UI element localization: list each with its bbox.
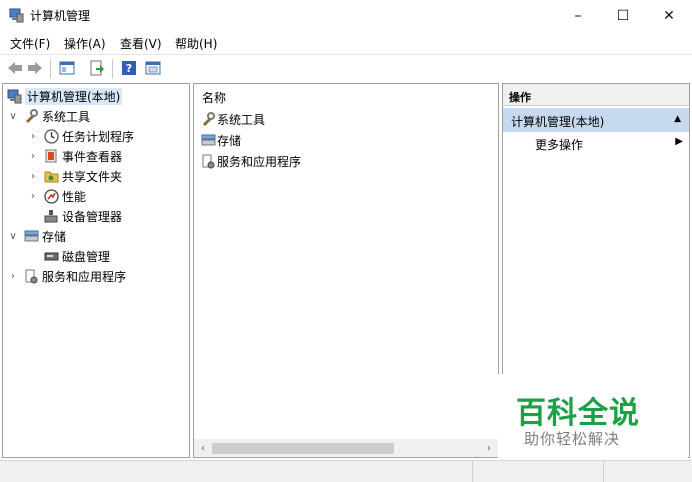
status-divider (603, 461, 604, 482)
device-manager-icon (43, 208, 59, 224)
clock-icon (43, 128, 59, 144)
scroll-thumb[interactable] (212, 443, 394, 454)
collapse-caret-icon[interactable]: ▲ (674, 114, 681, 124)
forward-icon[interactable] (26, 59, 44, 77)
status-divider (472, 461, 473, 482)
watermark-subtitle: 助你轻松解决 (524, 430, 621, 448)
list-item-storage[interactable]: 存储 (200, 130, 241, 150)
list-item-label: 服务和应用程序 (217, 154, 302, 169)
properties-icon[interactable] (144, 59, 162, 77)
tree-item-device-manager[interactable]: 设备管理器 (27, 206, 122, 226)
action-group-computer-management[interactable]: 计算机管理(本地) ▲ (503, 108, 689, 132)
tree-item-root[interactable]: 计算机管理(本地) (6, 86, 123, 106)
list-item-system-tools[interactable]: 系统工具 (200, 109, 265, 129)
tools-icon (200, 111, 216, 127)
chevron-right-icon[interactable]: › (27, 191, 39, 202)
tree-item-performance[interactable]: › 性能 (27, 186, 86, 206)
tree-item-label: 系统工具 (42, 109, 91, 124)
disk-icon (43, 248, 59, 264)
tree-item-label: 计算机管理(本地) (25, 87, 123, 105)
tree-item-system-tools[interactable]: ∨ 系统工具 (7, 106, 90, 126)
storage-icon (23, 228, 39, 244)
back-icon[interactable] (6, 59, 24, 77)
horizontal-scrollbar[interactable]: ‹ › (194, 439, 498, 457)
services-icon (200, 153, 216, 169)
services-icon (23, 268, 39, 284)
tree-item-label: 设备管理器 (62, 209, 123, 224)
tree-item-label: 事件查看器 (62, 149, 123, 164)
minimize-button[interactable]: – (555, 0, 601, 31)
computer-management-icon (6, 88, 22, 104)
list-item-services-applications[interactable]: 服务和应用程序 (200, 151, 301, 171)
menu-action[interactable]: 操作(A) (64, 35, 106, 52)
tree-item-label: 性能 (62, 189, 87, 204)
column-header-name[interactable]: 名称 (194, 84, 498, 106)
tree-item-event-viewer[interactable]: › 事件查看器 (27, 146, 122, 166)
tree-item-label: 磁盘管理 (62, 249, 111, 264)
svg-text:?: ? (126, 62, 132, 75)
toolbar-separator (112, 59, 113, 78)
scroll-left-button[interactable]: ‹ (194, 439, 212, 457)
export-list-icon[interactable] (88, 59, 106, 77)
menu-file[interactable]: 文件(F) (10, 35, 50, 52)
event-viewer-icon (43, 148, 59, 164)
shared-folder-icon (43, 168, 59, 184)
watermark-title: 百科全说 (516, 396, 640, 431)
window-title: 计算机管理 (30, 9, 91, 23)
tree-item-storage[interactable]: ∨ 存储 (7, 226, 66, 246)
show-hide-tree-icon[interactable] (58, 59, 76, 77)
results-pane[interactable]: 名称 系统工具 存储 服务和应用程序 ‹ › (193, 83, 499, 458)
tree-item-label: 存储 (42, 229, 67, 244)
tree-item-disk-management[interactable]: 磁盘管理 (27, 246, 110, 266)
status-bar (0, 460, 692, 482)
toolbar: ? (0, 54, 692, 81)
list-item-label: 系统工具 (217, 112, 266, 127)
menu-bar: 文件(F) 操作(A) 查看(V) 帮助(H) (0, 31, 692, 54)
tree-item-label: 任务计划程序 (62, 129, 135, 144)
chevron-right-icon[interactable]: › (27, 171, 39, 182)
toolbar-separator (50, 59, 51, 78)
computer-management-icon (9, 8, 24, 23)
help-icon[interactable]: ? (120, 59, 138, 77)
submenu-arrow-icon[interactable]: ▶ (675, 136, 683, 147)
title-bar: 计算机管理 – ☐ ✕ (0, 0, 692, 31)
menu-help[interactable]: 帮助(H) (175, 35, 217, 52)
tree-item-label: 服务和应用程序 (42, 269, 127, 284)
tree-item-shared-folders[interactable]: › 共享文件夹 (27, 166, 122, 186)
close-button[interactable]: ✕ (646, 0, 692, 31)
tree-item-task-scheduler[interactable]: › 任务计划程序 (27, 126, 134, 146)
scroll-right-button[interactable]: › (480, 439, 498, 457)
action-pane-header: 操作 (503, 84, 689, 106)
chevron-down-icon[interactable]: ∨ (7, 231, 19, 242)
chevron-right-icon[interactable]: › (7, 271, 19, 282)
watermark-logo: 百科全说 助你轻松解决 (498, 374, 688, 458)
more-actions-item[interactable]: 更多操作 (535, 136, 583, 153)
action-group-label: 计算机管理(本地) (511, 115, 605, 129)
tree-item-label: 共享文件夹 (62, 169, 123, 184)
menu-view[interactable]: 查看(V) (120, 35, 162, 52)
tree-item-services-applications[interactable]: › 服务和应用程序 (7, 266, 126, 286)
console-tree[interactable]: 计算机管理(本地) ∨ 系统工具 › 任务计划程序 › 事件查看器 › 共享文件… (2, 83, 190, 458)
maximize-button[interactable]: ☐ (600, 0, 646, 31)
storage-icon (200, 132, 216, 148)
chevron-right-icon[interactable]: › (27, 131, 39, 142)
chevron-right-icon[interactable]: › (27, 151, 39, 162)
list-item-label: 存储 (217, 133, 242, 148)
tools-icon (23, 108, 39, 124)
chevron-down-icon[interactable]: ∨ (7, 111, 19, 122)
performance-icon (43, 188, 59, 204)
